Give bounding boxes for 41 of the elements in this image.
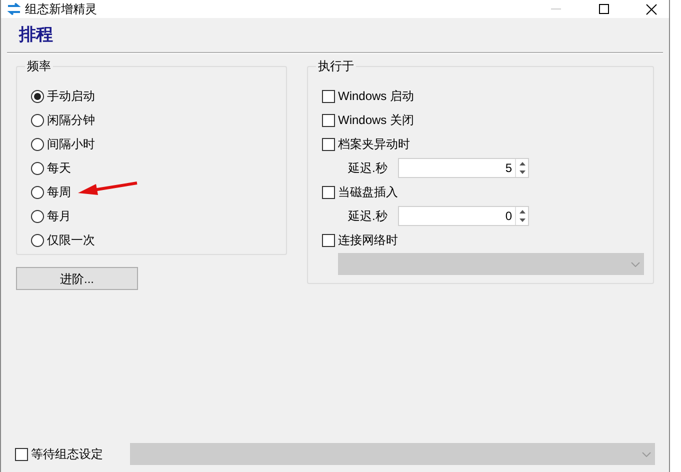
number-spinner[interactable]: 5: [398, 158, 529, 178]
maximize-icon[interactable]: [599, 4, 609, 14]
checkbox[interactable]: [322, 114, 335, 126]
radio-label: 仅限一次: [47, 232, 95, 249]
checkbox[interactable]: [322, 186, 335, 198]
checkbox-label: 等待组态设定: [31, 446, 103, 463]
radio-button[interactable]: [31, 90, 44, 102]
checkbox-label: Windows 启动: [338, 88, 414, 105]
radio-label: 每天: [47, 160, 71, 177]
radio-label: 间隔小时: [47, 136, 95, 153]
delay-label: 延迟.秒: [348, 160, 388, 177]
radio-label: 手动启动: [47, 88, 95, 105]
close-icon[interactable]: [646, 4, 657, 14]
checkbox-label: 当磁盘插入: [338, 184, 398, 201]
chevron-down-icon: [642, 452, 651, 456]
checkbox[interactable]: [322, 234, 335, 246]
annotation-arrow: [76, 181, 138, 197]
radio-button[interactable]: [31, 210, 44, 222]
checkbox-label: 连接网络时: [338, 232, 398, 249]
window-title: 组态新增精灵: [25, 1, 97, 18]
radio-label: 每月: [47, 208, 71, 225]
radio-button[interactable]: [31, 114, 44, 126]
checkbox-label: 档案夹异动时: [338, 136, 410, 153]
radio-button[interactable]: [31, 162, 44, 174]
page-heading: 排程: [19, 24, 53, 46]
radio-button[interactable]: [31, 186, 44, 198]
radio-label: 闲隔分钟: [47, 112, 95, 129]
group-legend: 频率: [25, 59, 53, 73]
number-spinner[interactable]: 0: [398, 206, 529, 226]
checkbox[interactable]: [322, 90, 335, 102]
swap-arrows-icon: [7, 3, 21, 15]
advanced-button[interactable]: 进阶...: [16, 267, 138, 290]
delay-label: 延迟.秒: [348, 208, 388, 225]
checkbox[interactable]: [322, 138, 335, 150]
chevron-down-icon: [631, 262, 640, 266]
radio-button[interactable]: [31, 234, 44, 246]
checkbox-label: Windows 关闭: [338, 112, 414, 129]
checkbox[interactable]: [15, 448, 28, 460]
group-legend: 执行于: [316, 59, 356, 73]
radio-button[interactable]: [31, 138, 44, 150]
radio-label: 每周: [47, 184, 71, 201]
